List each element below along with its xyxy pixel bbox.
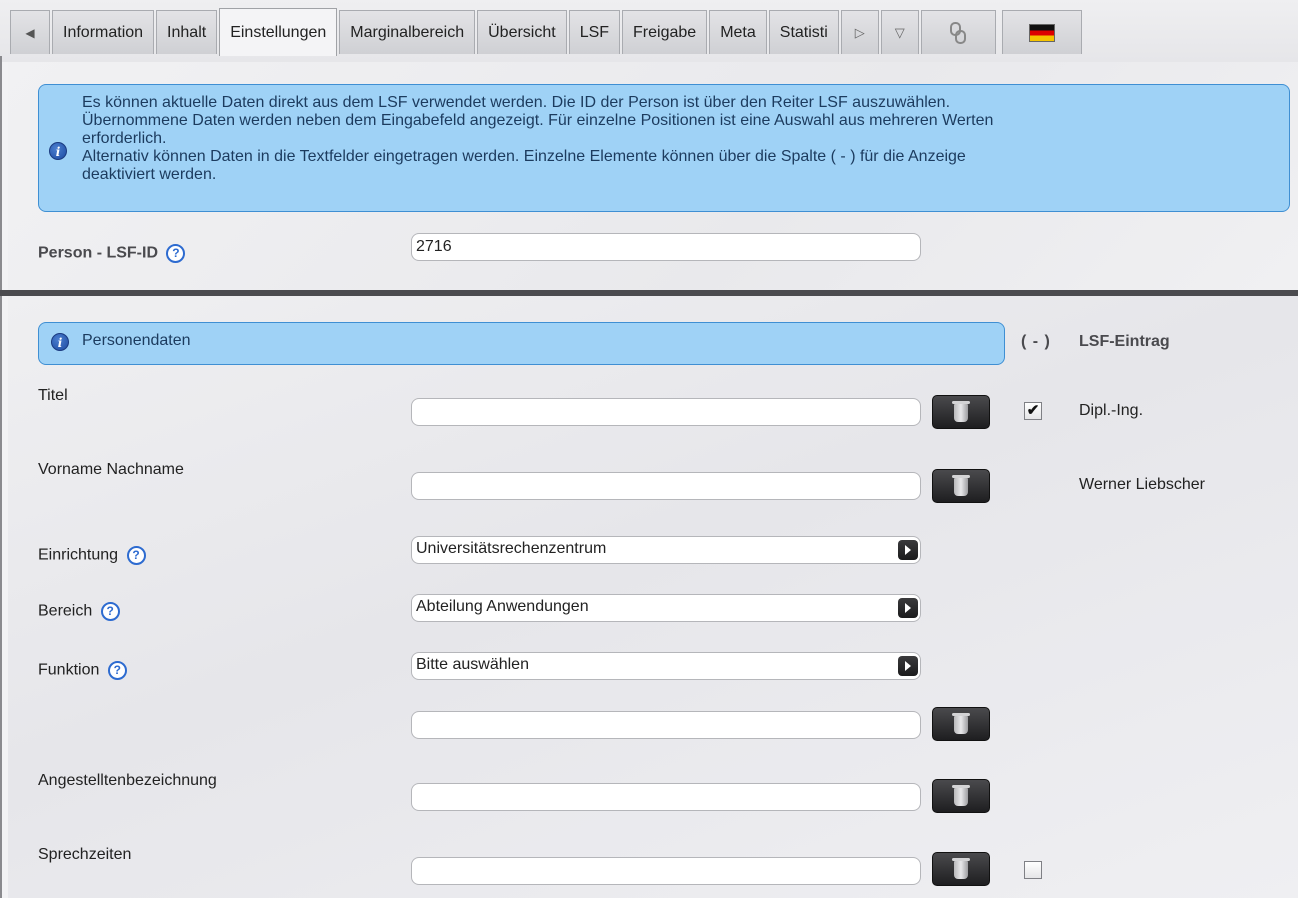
trash-icon [952,785,970,806]
dropdown-arrow-icon [898,598,918,618]
tab-inhalt[interactable]: Inhalt [156,10,218,54]
einrichtung-selected-value: Universitätsrechenzentrum [416,540,607,557]
section-header-personendaten: i Personendaten [38,322,1005,365]
tab-marginalbereich[interactable]: Marginalbereich [339,10,476,54]
angestellt-label: Angestelltenbezeichnung [38,772,217,789]
trash-icon [952,858,970,879]
tab-meta[interactable]: Meta [709,10,767,54]
einrichtung-label-text: Einrichtung [38,546,119,564]
help-icon[interactable]: ? [166,244,186,263]
info-line-4: Alternativ können Daten in die Textfelde… [82,148,966,165]
bereich-select[interactable]: Abteilung Anwendungen [411,594,921,622]
tab-information[interactable]: Information [52,10,155,54]
german-flag-icon [1028,23,1055,42]
einrichtung-select[interactable]: Universitätsrechenzentrum [411,536,921,564]
tab-statistik[interactable]: Statisti [768,10,839,54]
chevron-down-icon: ▽ [894,25,905,40]
tab-einstellungen[interactable]: Einstellungen [219,8,338,56]
funktion-text-input[interactable] [411,711,921,739]
dropdown-arrow-icon [898,540,918,560]
name-input[interactable] [411,472,921,500]
help-icon[interactable]: ? [107,661,127,680]
tab-list-dropdown-button[interactable]: ▽ [880,10,919,54]
bereich-label: Bereich ? [38,602,120,621]
sprechzeiten-label: Sprechzeiten [38,846,132,863]
tab-statistik-label: Statisti [779,24,828,41]
sprechzeiten-display-checkbox[interactable] [1024,861,1042,879]
name-clear-button[interactable] [932,469,990,503]
tab-lsf[interactable]: LSF [568,10,621,54]
arrow-right-icon: ▷ [854,25,865,40]
panel-left-border [0,56,2,898]
angestellt-clear-button[interactable] [932,779,990,813]
tab-bar: ◀ Information Inhalt Einstellungen Margi… [0,0,1298,62]
chain-link-icon [950,21,967,44]
trash-icon [952,713,970,734]
column-header-toggle: ( - ) [1021,333,1051,350]
info-line-3: erforderlich. [82,130,167,147]
bereich-label-text: Bereich [38,602,93,620]
sprechzeiten-input[interactable] [411,857,921,885]
tab-scroll-left-button[interactable]: ◀ [10,10,50,54]
sprechzeiten-clear-button[interactable] [932,852,990,886]
lsf-id-label: Person - LSF-ID ? [38,244,186,263]
help-icon[interactable]: ? [100,602,120,621]
name-lsf-value: Werner Liebscher [1079,476,1205,493]
link-button[interactable] [920,10,996,54]
tab-strip: ◀ Information Inhalt Einstellungen Margi… [10,8,1084,56]
tab-uebersicht[interactable]: Übersicht [477,10,567,54]
titel-lsf-value: Dipl.-Ing. [1079,402,1144,419]
language-button[interactable] [1001,10,1082,54]
funktion-label-text: Funktion [38,661,100,679]
lsf-id-input[interactable] [411,233,921,261]
arrow-left-icon: ◀ [25,26,35,40]
titel-display-checkbox[interactable]: ✔ [1024,402,1042,420]
titel-clear-button[interactable] [932,395,990,429]
funktion-selected-value: Bitte auswählen [416,656,529,673]
funktion-label: Funktion ? [38,661,127,680]
info-icon: i [49,142,67,160]
trash-icon [952,475,970,496]
tab-scroll-right-button[interactable]: ▷ [840,10,879,54]
help-icon[interactable]: ? [126,546,146,565]
angestellt-input[interactable] [411,783,921,811]
dropdown-arrow-icon [898,656,918,676]
titel-label: Titel [38,387,68,404]
einrichtung-label: Einrichtung ? [38,546,146,565]
name-label: Vorname Nachname [38,461,184,478]
info-line-2: Übernommene Daten werden neben dem Einga… [82,112,994,129]
bereich-selected-value: Abteilung Anwendungen [416,598,589,615]
info-icon: i [51,333,69,351]
trash-icon [952,401,970,422]
info-line-5: deaktiviert werden. [82,166,217,183]
column-header-lsf-entry: LSF-Eintrag [1079,333,1170,350]
tab-freigabe[interactable]: Freigabe [622,10,708,54]
info-line-1: Es können aktuelle Daten direkt aus dem … [82,94,951,111]
info-message: i Es können aktuelle Daten direkt aus de… [38,84,1290,212]
titel-input[interactable] [411,398,921,426]
lsf-id-label-text: Person - LSF-ID [38,244,159,262]
funktion-text-clear-button[interactable] [932,707,990,741]
section-title: Personendaten [82,332,191,349]
funktion-select[interactable]: Bitte auswählen [411,652,921,680]
